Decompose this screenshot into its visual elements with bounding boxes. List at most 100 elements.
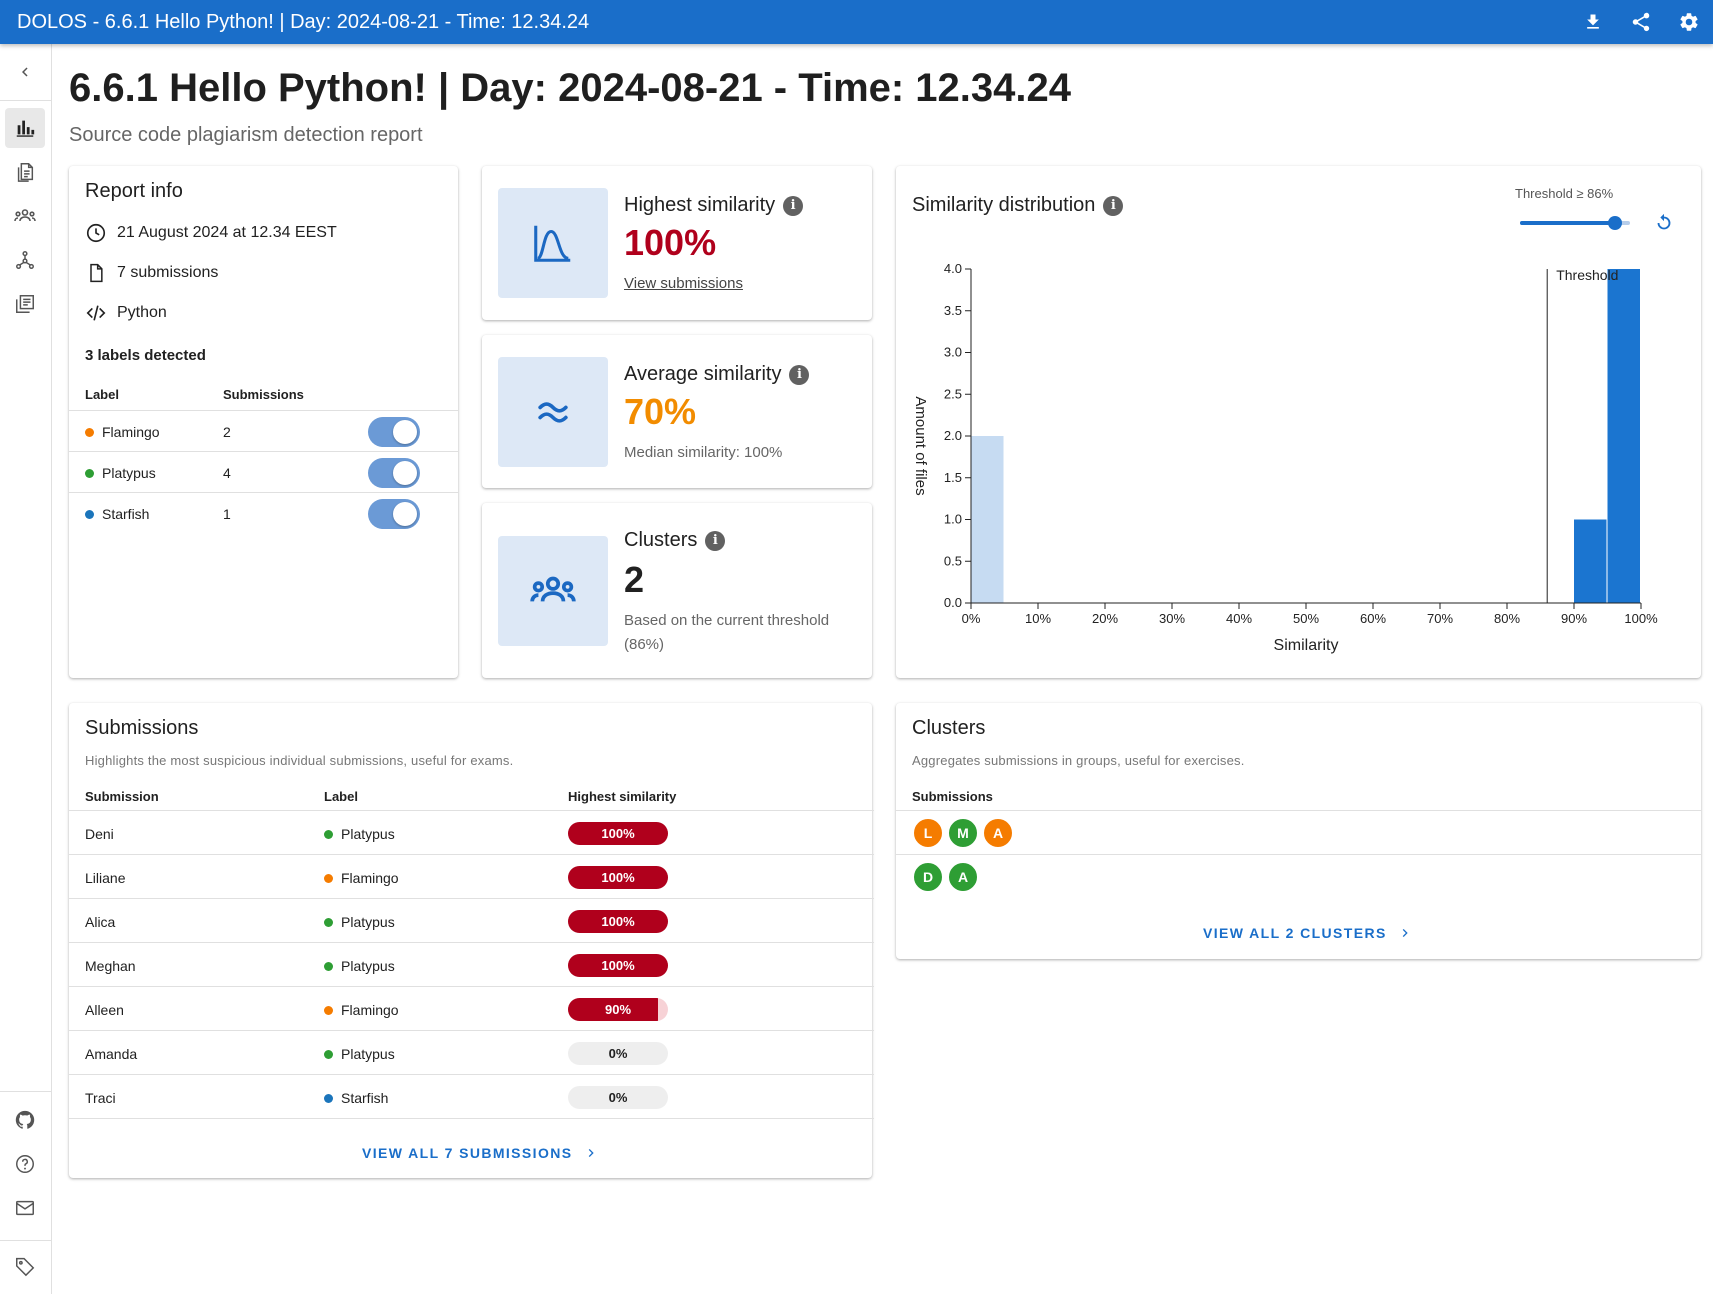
nav-item-submissions[interactable] [5, 152, 45, 192]
threshold-slider-thumb[interactable] [1607, 216, 1622, 230]
y-axis-title: Amount of files [912, 396, 929, 495]
avatar: L [912, 816, 944, 849]
report-submissions: 7 submissions [117, 264, 219, 281]
y-tick-label: 3.0 [944, 345, 962, 360]
average-similarity-label: Average similarity [624, 363, 782, 385]
average-similarity-title: Average similarity i [624, 363, 810, 386]
mail-link[interactable] [5, 1188, 45, 1228]
similarity-bar: 100% [568, 910, 668, 933]
info-icon[interactable]: i [789, 364, 810, 385]
x-tick-label: 20% [1092, 611, 1118, 626]
avatar: M [947, 816, 979, 849]
label-toggle-starfish[interactable] [368, 499, 420, 529]
highest-similarity-value: 100% [624, 222, 717, 263]
label-color-dot [324, 1049, 333, 1059]
y-tick-label: 1.5 [944, 470, 962, 485]
nav-item-library[interactable] [5, 284, 45, 324]
label-count: 4 [223, 465, 231, 481]
table-row[interactable]: Amanda Platypus 0% [69, 1031, 874, 1075]
y-tick-label: 4.0 [944, 261, 962, 276]
label-toggle-platypus[interactable] [368, 458, 420, 488]
submissions-card: Submissions Highlights the most suspicio… [69, 703, 874, 1178]
clusters-count: 2 [624, 559, 645, 600]
nav-item-graph[interactable] [5, 240, 45, 280]
group-icon [530, 576, 576, 602]
cluster-row[interactable]: LMA [896, 811, 1701, 855]
stat-icon-box [498, 536, 608, 646]
label-color-dot [324, 829, 333, 839]
chevron-left-icon [22, 67, 28, 77]
x-tick-label: 30% [1159, 611, 1185, 626]
x-tick-label: 90% [1561, 611, 1587, 626]
table-row[interactable]: Alleen Flamingo 90% [69, 987, 874, 1031]
label-color-dot [85, 427, 94, 437]
cluster-row[interactable]: DA [896, 855, 1701, 899]
navigation-drawer [0, 44, 52, 1294]
info-icon[interactable]: i [1103, 195, 1124, 216]
share-button[interactable] [1617, 0, 1665, 44]
y-tick-label: 0.0 [944, 595, 962, 610]
report-info-title: Report info [85, 180, 183, 202]
table-row[interactable]: Deni Platypus 100% [69, 811, 874, 855]
code-icon [85, 302, 107, 324]
x-tick-label: 60% [1360, 611, 1386, 626]
label-row: Flamingo 2 [69, 411, 458, 452]
label-name: Flamingo [102, 424, 160, 440]
x-tick-label: 80% [1494, 611, 1520, 626]
similarity-distribution-card: Similarity distribution i Threshold ≥ 86… [896, 166, 1701, 678]
submission-label-name: Platypus [341, 826, 395, 842]
similarity-value: 100% [601, 870, 635, 885]
label-color-dot [324, 873, 333, 883]
similarity-value: 100% [601, 914, 635, 929]
chevron-right-icon [588, 1149, 594, 1157]
version-button[interactable] [5, 1246, 45, 1286]
graph-icon [16, 251, 34, 269]
threshold-slider[interactable] [1520, 213, 1630, 233]
y-tick-label: 1.0 [944, 512, 962, 527]
submission-name: Alleen [85, 1002, 124, 1018]
nav-item-overview[interactable] [5, 108, 45, 148]
nav-item-clusters[interactable] [5, 196, 45, 236]
x-tick-label: 100% [1624, 611, 1658, 626]
app-bar-title: DOLOS - 6.6.1 Hello Python! | Day: 2024-… [17, 10, 590, 33]
x-axis-title: Similarity [1274, 637, 1339, 654]
x-tick-label: 50% [1293, 611, 1319, 626]
submission-label-name: Flamingo [341, 1002, 399, 1018]
submissions-column-header: Submissions [223, 387, 304, 402]
sidebar-divider [0, 100, 52, 101]
table-row[interactable]: Traci Starfish 0% [69, 1075, 874, 1119]
view-all-clusters-button[interactable]: VIEW ALL 2 CLUSTERS [1203, 925, 1413, 941]
submission-label: Flamingo [324, 870, 399, 886]
submission-name: Traci [85, 1090, 116, 1106]
submission-label: Platypus [324, 1046, 395, 1062]
labels-table-header: Label Submissions [69, 377, 458, 411]
label-row: Platypus 4 [69, 452, 458, 493]
distribution-title-label: Similarity distribution [912, 194, 1096, 216]
tag-icon [16, 1257, 35, 1277]
submission-label-name: Starfish [341, 1090, 389, 1106]
info-icon[interactable]: i [783, 195, 804, 216]
label-color-dot [324, 1093, 333, 1103]
github-link[interactable] [5, 1100, 45, 1140]
table-row[interactable]: Alica Platypus 100% [69, 899, 874, 943]
label-name: Platypus [102, 465, 156, 481]
histogram-bar [1574, 519, 1607, 603]
view-submissions-link[interactable]: View submissions [624, 272, 743, 296]
sidebar-divider [0, 1091, 52, 1092]
label-toggle-flamingo[interactable] [368, 417, 420, 447]
download-button[interactable] [1569, 0, 1617, 44]
reset-threshold-button[interactable] [1651, 210, 1677, 236]
table-row[interactable]: Meghan Platypus 100% [69, 943, 874, 987]
submission-label: Starfish [324, 1090, 388, 1106]
info-icon[interactable]: i [705, 530, 726, 551]
label-count: 1 [223, 506, 231, 522]
collapse-drawer-button[interactable] [5, 52, 45, 92]
view-all-submissions-button[interactable]: VIEW ALL 7 SUBMISSIONS [362, 1145, 599, 1161]
bar-chart-icon [16, 120, 35, 137]
settings-button[interactable] [1665, 0, 1713, 44]
file-icon [85, 262, 107, 284]
table-row[interactable]: Liliane Flamingo 100% [69, 855, 874, 899]
file-list-icon [17, 163, 34, 182]
help-link[interactable] [5, 1144, 45, 1184]
stat-icon-box [498, 188, 608, 298]
